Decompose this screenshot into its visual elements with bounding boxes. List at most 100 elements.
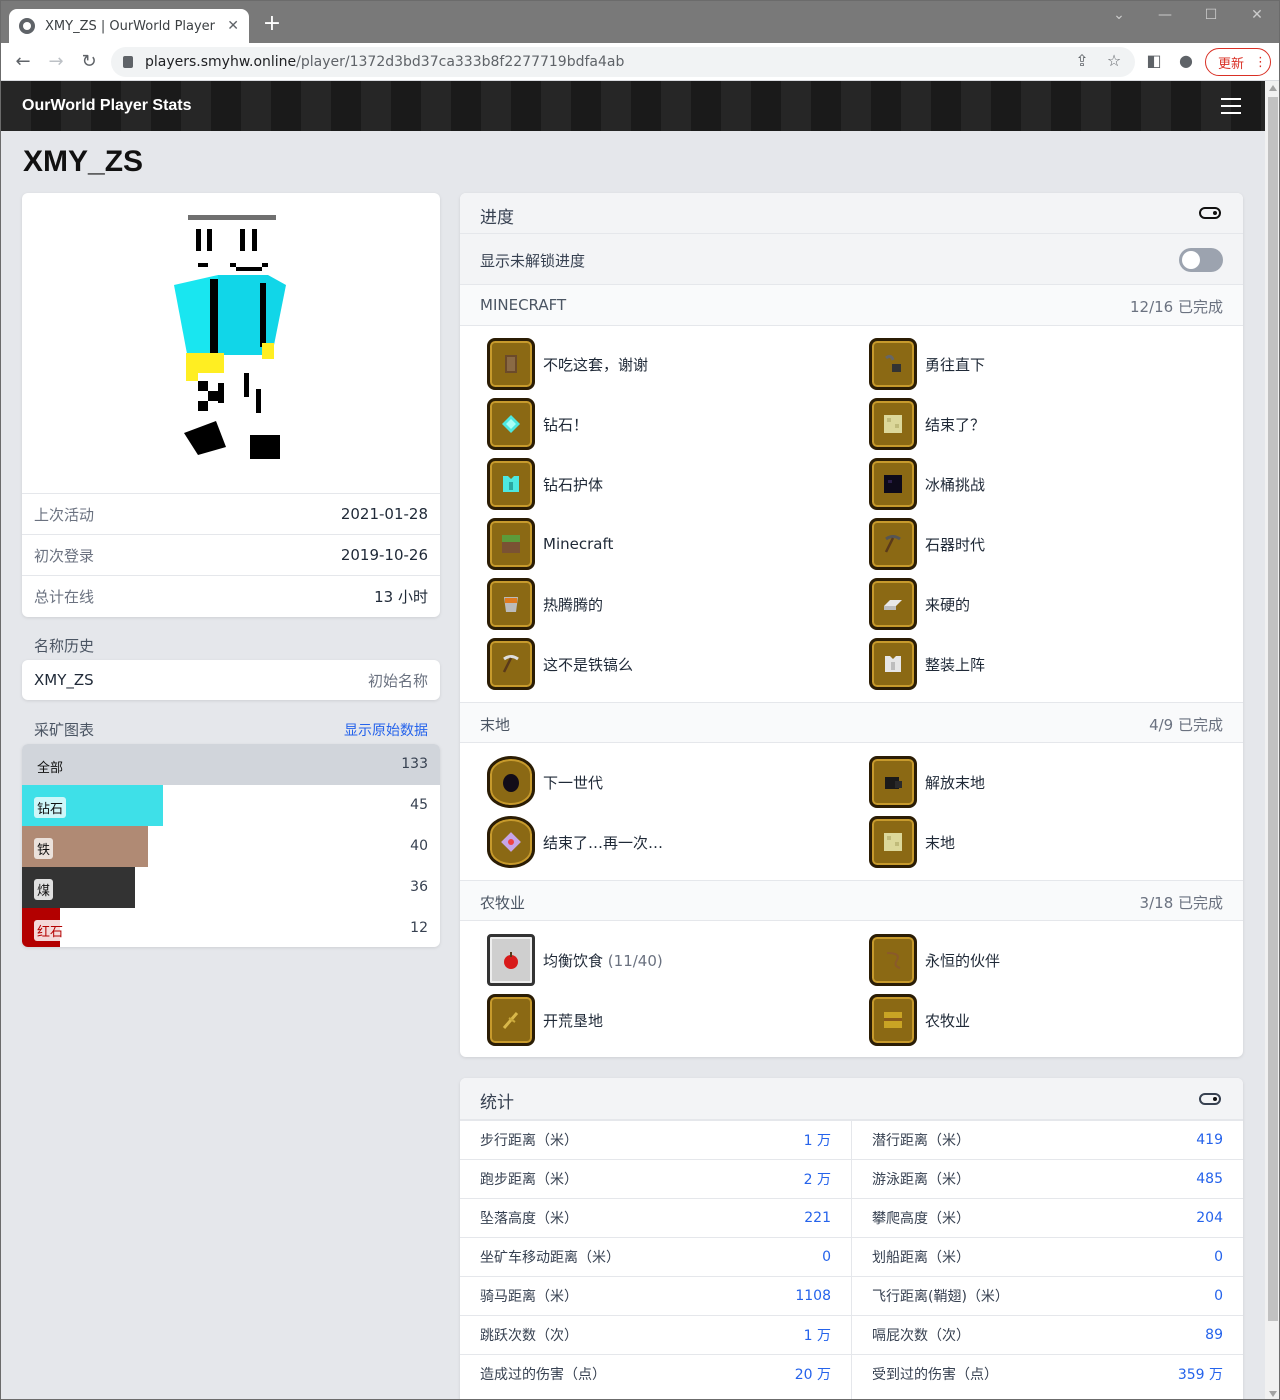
stat-row: 造成过的伤害（点） 20 万 xyxy=(460,1354,851,1393)
maximize-icon[interactable]: ☐ xyxy=(1196,7,1226,23)
stat-value: 419 xyxy=(1196,1132,1223,1148)
stat-value: 89 xyxy=(1205,1327,1223,1343)
stat-value: 2 万 xyxy=(803,1172,831,1188)
update-button[interactable]: 更新 ⋮ xyxy=(1205,48,1271,76)
advancement-item[interactable]: 解放末地 xyxy=(869,756,985,808)
browser-window: XMY_ZS | OurWorld Player Sta ✕ + ⌄ — ☐ ✕… xyxy=(0,0,1280,1400)
advancement-item[interactable]: 勇往直下 xyxy=(869,338,985,390)
advancement-label: 农牧业 xyxy=(925,1011,971,1030)
tab-search-icon[interactable]: ⌄ xyxy=(1104,7,1134,23)
share-icon[interactable]: ⇪ xyxy=(1071,51,1093,70)
stat-row: 攀爬高度（米） 204 xyxy=(852,1198,1243,1237)
bookmark-star-icon[interactable]: ☆ xyxy=(1103,51,1125,70)
minimize-icon[interactable]: — xyxy=(1150,7,1180,23)
advancement-label: 下一世代 xyxy=(543,773,604,792)
name-history-heading: 名称历史 xyxy=(34,637,95,655)
advancement-item[interactable]: 结束了…再一次… xyxy=(487,816,663,868)
info-row-last-active: 上次活动 2021-01-28 xyxy=(22,493,440,534)
profile-icon[interactable]: ● xyxy=(1175,51,1197,70)
back-icon[interactable]: ← xyxy=(11,51,35,72)
advancement-frame xyxy=(869,638,917,690)
stat-row: 受到过的伤害（点） 359 万 xyxy=(852,1354,1243,1393)
advancement-label: 钻石护体 xyxy=(543,475,604,494)
address-bar[interactable]: players.smyhw.online/player/1372d3bd37ca… xyxy=(111,47,1135,77)
advancement-frame xyxy=(487,994,535,1046)
player-skin-render xyxy=(174,215,286,459)
stat-row: 骑马距离（米） 1108 xyxy=(460,1276,851,1315)
site-navbar: OurWorld Player Stats xyxy=(1,81,1265,131)
advancement-frame xyxy=(869,398,917,450)
advancement-item[interactable]: 钻石护体 xyxy=(487,458,603,510)
info-row-first-login: 初次登录 2019-10-26 xyxy=(22,534,440,575)
show-locked-switch[interactable] xyxy=(1179,248,1223,272)
stat-value: 0 xyxy=(1214,1249,1223,1265)
stat-value: 221 xyxy=(804,1210,831,1226)
advancement-frame xyxy=(487,398,535,450)
advancement-item[interactable]: Minecraft xyxy=(487,518,613,570)
show-raw-data-link[interactable]: 显示原始数据 xyxy=(344,720,428,740)
stat-row: 游泳距离（米） 485 xyxy=(852,1159,1243,1198)
advancement-item[interactable]: 结束了？ xyxy=(869,398,985,450)
page-scrollbar[interactable] xyxy=(1265,81,1279,1399)
stat-value: 1 万 xyxy=(803,1328,831,1344)
advancement-label: 末地 xyxy=(925,833,956,852)
toolbar: ← → ↻ players.smyhw.online/player/1372d3… xyxy=(1,43,1279,81)
stat-value: 359 万 xyxy=(1177,1367,1223,1383)
scroll-down-icon[interactable] xyxy=(1269,1391,1277,1397)
stat-label: 跳跃次数（次） xyxy=(480,1328,578,1344)
stat-label: 受到过的伤害（点） xyxy=(872,1367,998,1383)
advancement-item[interactable]: 开荒垦地 xyxy=(487,994,603,1046)
advancement-frame xyxy=(487,578,535,630)
stat-row: 潜行距离（米） 419 xyxy=(852,1120,1243,1159)
advancement-label: 石器时代 xyxy=(925,535,986,554)
advancement-item[interactable]: 末地 xyxy=(869,816,955,868)
section-header-husbandry: 农牧业 3/18 已完成 xyxy=(460,880,1243,921)
mining-chart: 全部 133 钻石 45 铁 40 煤 36 红石 12 xyxy=(22,744,440,947)
scrollbar-thumb[interactable] xyxy=(1268,97,1278,1321)
advancement-item[interactable]: 农牧业 xyxy=(869,994,970,1046)
collapse-toggle-icon[interactable] xyxy=(1199,207,1221,219)
advancement-item[interactable]: 不吃这套，谢谢 xyxy=(487,338,648,390)
advancement-item[interactable]: 石器时代 xyxy=(869,518,985,570)
advancement-frame xyxy=(869,756,917,808)
advancement-frame xyxy=(487,338,535,390)
menu-icon[interactable] xyxy=(1221,98,1241,119)
brand-link[interactable]: OurWorld Player Stats xyxy=(22,97,192,115)
stats-card: 统计 步行距离（米） 1 万 潜行距离（米） 419 跑步距离（米） 2 万 游泳距离（米）… xyxy=(460,1078,1243,1399)
side-panel-icon[interactable]: ◧ xyxy=(1143,51,1165,70)
advancement-label: 开荒垦地 xyxy=(543,1011,604,1030)
advancement-item[interactable]: 冰桶挑战 xyxy=(869,458,985,510)
close-tab-icon[interactable]: ✕ xyxy=(227,18,239,34)
advancement-item[interactable]: 来硬的 xyxy=(869,578,970,630)
reload-icon[interactable]: ↻ xyxy=(77,51,101,72)
browser-tab[interactable]: XMY_ZS | OurWorld Player Sta ✕ xyxy=(9,9,249,43)
advancement-item[interactable]: 热腾腾的 xyxy=(487,578,603,630)
ore-label: 钻石 xyxy=(34,797,67,818)
lock-icon[interactable] xyxy=(123,56,133,68)
advancement-item[interactable]: 下一世代 xyxy=(487,756,603,808)
advancement-item[interactable]: 整装上阵 xyxy=(869,638,985,690)
player-card: 上次活动 2021-01-28 初次登录 2019-10-26 总计在线 13 … xyxy=(22,193,440,617)
stat-row: 坐矿车移动距离（米） 0 xyxy=(460,1237,851,1276)
ore-label: 红石 xyxy=(34,920,67,941)
stat-row: 跳跃次数（次） 1 万 xyxy=(460,1315,851,1354)
close-window-icon[interactable]: ✕ xyxy=(1242,7,1272,23)
advancement-item[interactable]: 钻石！ xyxy=(487,398,588,450)
stat-row: 嗝屁次数（次） 89 xyxy=(852,1315,1243,1354)
advancement-item[interactable]: 均衡饮食 (11/40) xyxy=(487,934,663,986)
new-tab-icon[interactable]: + xyxy=(259,11,285,36)
mining-row: 钻石 45 xyxy=(22,785,440,826)
advancement-item[interactable]: 永恒的伙伴 xyxy=(869,934,1000,986)
advancement-label: 均衡饮食 (11/40) xyxy=(543,951,663,970)
advancement-label: 整装上阵 xyxy=(925,655,986,674)
advancement-label: 热腾腾的 xyxy=(543,595,604,614)
forward-icon[interactable]: → xyxy=(44,51,68,72)
advancement-frame xyxy=(487,756,535,808)
scroll-up-icon[interactable] xyxy=(1269,85,1277,91)
globe-icon xyxy=(19,18,35,34)
stat-row: 步行距离（米） 1 万 xyxy=(460,1120,851,1159)
advancement-item[interactable]: 这不是铁镐么 xyxy=(487,638,633,690)
collapse-toggle-icon[interactable] xyxy=(1199,1093,1221,1105)
stats-header: 统计 xyxy=(460,1078,1243,1120)
stat-label: 嗝屁次数（次） xyxy=(872,1328,970,1344)
